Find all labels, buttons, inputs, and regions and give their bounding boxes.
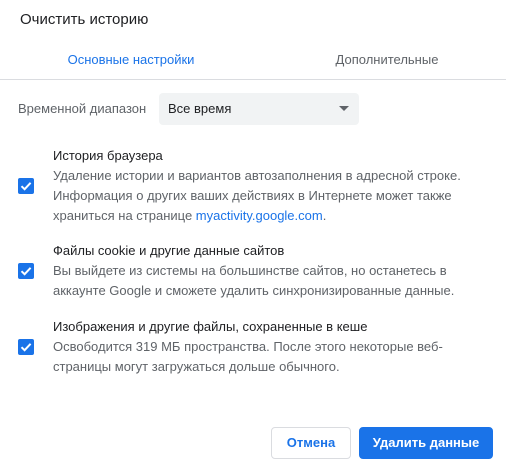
cookies-text: Файлы cookie и другие данные сайтов Вы в… [53,241,493,301]
cached-images-text: Изображения и другие файлы, сохраненные … [53,317,493,377]
clear-browsing-data-dialog: Очистить историю Основные настройки Допо… [0,0,506,476]
time-range-row: Временной диапазон Все время [18,93,488,125]
browsing-history-checkbox[interactable] [18,178,34,194]
cookies-title: Файлы cookie и другие данные сайтов [53,243,285,258]
browsing-history-title: История браузера [53,148,163,163]
myactivity-link[interactable]: myactivity.google.com [196,208,323,223]
browsing-history-text: История браузера Удаление истории и вари… [53,146,493,226]
checkmark-icon [20,343,32,352]
time-range-select[interactable]: Все время [159,93,359,125]
cached-images-description: Освободится 319 МБ пространства. После э… [53,339,443,374]
cookies-description: Вы выйдете из системы на большинстве сай… [53,263,455,298]
time-range-label: Временной диапазон [18,101,147,116]
checkmark-icon [20,182,32,191]
browsing-history-description: Удаление истории и вариантов автозаполне… [53,166,493,226]
browsing-history-desc-end: . [322,208,327,223]
cookies-checkbox[interactable] [18,263,34,279]
cached-images-title: Изображения и другие файлы, сохраненные … [53,319,368,334]
dropdown-arrow-icon [339,106,349,111]
cached-images-checkbox[interactable] [18,339,34,355]
cancel-button[interactable]: Отмена [271,427,351,459]
dialog-title: Очистить историю [20,11,149,28]
tab-bar: Основные настройки Дополнительные [0,44,506,80]
clear-data-button[interactable]: Удалить данные [359,427,493,459]
checkmark-icon [20,267,32,276]
time-range-selected-value: Все время [168,101,232,116]
tab-advanced[interactable]: Дополнительные [296,44,478,79]
tab-basic-settings[interactable]: Основные настройки [40,44,222,79]
